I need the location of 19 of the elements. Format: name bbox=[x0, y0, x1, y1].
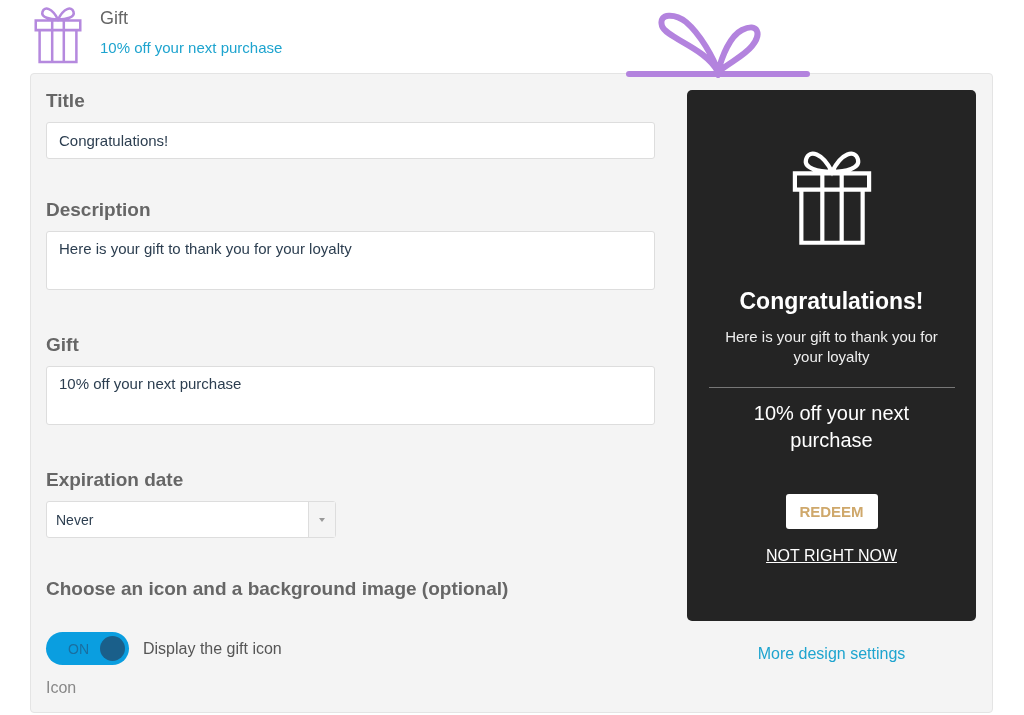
preview-title: Congratulations! bbox=[739, 288, 924, 315]
preview-gift: 10% off your next purchase bbox=[752, 401, 911, 453]
page-subtitle: 10% off your next purchase bbox=[100, 39, 283, 56]
field-label: Description bbox=[46, 199, 152, 221]
text-field[interactable]: Congratulations! bbox=[46, 122, 655, 159]
dismiss-link[interactable]: NOT RIGHT NOW bbox=[766, 547, 897, 565]
field-label: Title bbox=[46, 90, 86, 112]
dropdown[interactable]: Never bbox=[46, 501, 336, 538]
field-label: Icon bbox=[46, 679, 78, 697]
caret-icon bbox=[319, 517, 325, 522]
preview-description: Here is your gift to thank you for your loyalty bbox=[724, 327, 939, 367]
text-area[interactable]: 10% off your next purchase bbox=[46, 366, 655, 425]
text-area[interactable]: Here is your gift to thank you for your loyalty bbox=[46, 231, 655, 290]
field-label: Expiration date bbox=[46, 469, 185, 491]
field-label: Gift bbox=[46, 334, 80, 356]
section-title: Choose an icon and a background image (optional) bbox=[46, 578, 510, 600]
gift-icon bbox=[32, 4, 84, 64]
toggle-label: Display the gift icon bbox=[143, 639, 282, 658]
page-title: Gift bbox=[100, 8, 129, 29]
